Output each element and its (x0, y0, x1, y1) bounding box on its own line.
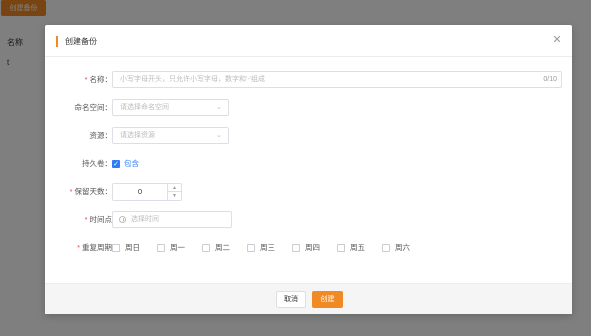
create-backup-dialog: 创建备份 ✕ * 名称： 小写字母开头，只允许小写字母，数字和'-'组成 0/10… (45, 25, 572, 314)
weekday-checkbox-thu[interactable] (292, 244, 300, 252)
close-icon[interactable]: ✕ (551, 34, 563, 46)
persistent-volume-checkbox[interactable]: ✓ (112, 160, 120, 168)
dialog-header: 创建备份 ✕ (45, 25, 572, 57)
time-point-placeholder: 选择时间 (131, 216, 159, 223)
weekday-label-fri[interactable]: 周五 (350, 243, 365, 253)
retention-days-value[interactable]: 0 (113, 184, 167, 200)
weekday-checkbox-tue[interactable] (202, 244, 210, 252)
name-row: * 名称： 小写字母开头，只允许小写字母，数字和'-'组成 0/10 (45, 71, 572, 89)
chevron-down-icon: ⌄ (216, 104, 222, 111)
dialog-footer: 取消 创建 (45, 283, 572, 314)
clock-icon (119, 216, 126, 223)
namespace-row: 命名空间： 请选择命名空间 ⌄ (45, 99, 572, 117)
time-point-label: * 时间点 (84, 215, 112, 224)
time-point-input[interactable]: 选择时间 (112, 211, 232, 228)
time-point-row: * 时间点 选择时间 (45, 211, 572, 229)
weekday-label-sun[interactable]: 周日 (125, 243, 140, 253)
title-accent-bar (56, 36, 58, 47)
weekday-label-wed[interactable]: 周三 (260, 243, 275, 253)
name-placeholder: 小写字母开头，只允许小写字母，数字和'-'组成 (120, 76, 266, 83)
weekday-label-mon[interactable]: 周一 (170, 243, 185, 253)
name-char-counter: 0/10 (543, 76, 557, 83)
repeat-cycle-row: * 重复周期 周日 周一 周二 周三 周四 周五 周六 (45, 239, 572, 257)
stepper-down-icon[interactable]: ▼ (168, 192, 181, 200)
dialog-title: 创建备份 (65, 37, 97, 46)
resource-label: 资源： (89, 131, 113, 140)
cancel-button[interactable]: 取消 (276, 291, 306, 308)
namespace-placeholder: 请选择命名空间 (120, 104, 169, 111)
retention-days-stepper[interactable]: 0 ▲ ▼ (112, 183, 182, 201)
weekday-checkbox-sat[interactable] (382, 244, 390, 252)
namespace-label: 命名空间： (74, 103, 113, 112)
namespace-select[interactable]: 请选择命名空间 ⌄ (112, 99, 229, 116)
weekday-label-thu[interactable]: 周四 (305, 243, 320, 253)
retention-days-row: * 保留天数： 0 ▲ ▼ (45, 183, 572, 201)
name-label: * 名称： (84, 75, 112, 84)
persistent-volume-include-label[interactable]: 包含 (124, 159, 139, 169)
create-button[interactable]: 创建 (312, 291, 343, 308)
stepper-buttons: ▲ ▼ (167, 184, 181, 200)
resource-select[interactable]: 请选择资源 ⌄ (112, 127, 229, 144)
resource-placeholder: 请选择资源 (120, 132, 155, 139)
repeat-cycle-label: * 重复周期 (77, 243, 112, 252)
weekday-checkbox-fri[interactable] (337, 244, 345, 252)
stepper-up-icon[interactable]: ▲ (168, 184, 181, 192)
persistent-volume-label: 持久卷： (82, 159, 112, 168)
weekday-checkbox-mon[interactable] (157, 244, 165, 252)
persistent-volume-row: 持久卷： ✓ 包含 (45, 155, 572, 173)
resource-row: 资源： 请选择资源 ⌄ (45, 127, 572, 145)
weekday-label-tue[interactable]: 周二 (215, 243, 230, 253)
retention-days-label: * 保留天数： (69, 187, 112, 196)
weekday-label-sat[interactable]: 周六 (395, 243, 410, 253)
chevron-down-icon: ⌄ (216, 132, 222, 139)
weekday-checkbox-sun[interactable] (112, 244, 120, 252)
weekday-checkbox-wed[interactable] (247, 244, 255, 252)
name-input[interactable]: 小写字母开头，只允许小写字母，数字和'-'组成 0/10 (112, 71, 562, 88)
